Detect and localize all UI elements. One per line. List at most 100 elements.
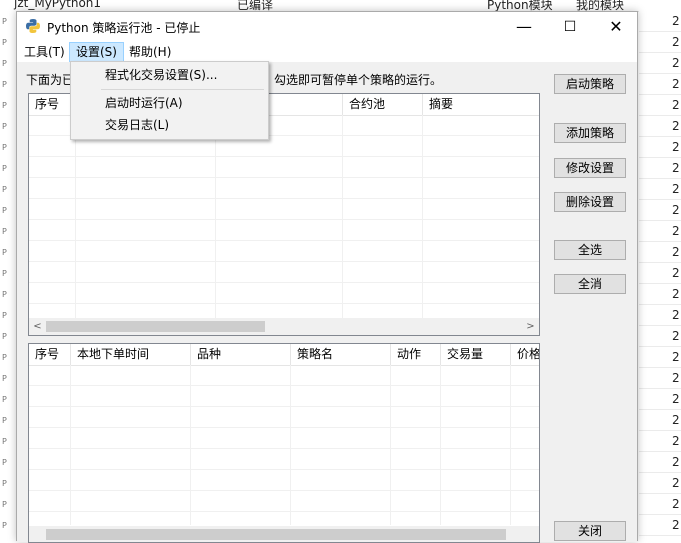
- background-file-icon: P: [2, 227, 7, 236]
- grid-row-line: [29, 219, 539, 220]
- background-cell: 2: [639, 452, 681, 473]
- background-icon-column: P P P P P P P P P P P P P P P P P P P P P P P P P: [0, 11, 16, 530]
- add-strategy-button[interactable]: 添加策略: [554, 123, 626, 143]
- background-file-icon: P: [2, 332, 7, 341]
- grid-column-line: [290, 365, 291, 525]
- strategy-table-hscrollbar[interactable]: < >: [29, 318, 539, 335]
- background-cell: 2: [639, 410, 681, 431]
- background-file-icon: P: [2, 38, 7, 47]
- background-cell: 2: [639, 137, 681, 158]
- column-header-symbol[interactable]: 品种: [191, 344, 291, 365]
- scroll-left-arrow-icon[interactable]: <: [29, 318, 46, 335]
- grid-row-line: [29, 406, 539, 407]
- grid-column-line: [422, 115, 423, 318]
- column-header-action[interactable]: 动作: [391, 344, 441, 365]
- minimize-button[interactable]: —: [501, 12, 547, 42]
- grid-row-line: [29, 198, 539, 199]
- background-cell: 2: [639, 368, 681, 389]
- background-cell: 2: [639, 347, 681, 368]
- column-header-index[interactable]: 序号: [29, 344, 71, 365]
- background-file-icon: P: [2, 101, 7, 110]
- menu-item-run-on-startup[interactable]: 启动时运行(A): [105, 93, 183, 113]
- background-file-icon: P: [2, 290, 7, 299]
- deselect-all-button[interactable]: 全消: [554, 274, 626, 294]
- background-file-icon: P: [2, 185, 7, 194]
- grid-row-line: [29, 303, 539, 304]
- order-table-header: 序号 本地下单时间 品种 策略名 动作 交易量 价格: [29, 344, 539, 366]
- close-window-button[interactable]: ✕: [593, 12, 639, 42]
- column-header-strategy-name[interactable]: 策略名: [291, 344, 391, 365]
- maximize-button[interactable]: ☐: [547, 12, 593, 42]
- grid-row-line: [29, 240, 539, 241]
- background-file-icon: P: [2, 479, 7, 488]
- background-cell: 2: [639, 284, 681, 305]
- background-file-icon: P: [2, 311, 7, 320]
- grid-row-line: [29, 511, 539, 512]
- background-cell: 2: [639, 32, 681, 53]
- column-header-index[interactable]: 序号: [29, 94, 76, 115]
- column-header-contract-pool[interactable]: 合约池: [343, 94, 423, 115]
- python-logo-icon: [26, 19, 40, 33]
- grid-row-line: [29, 385, 539, 386]
- background-cell: 2: [639, 515, 681, 536]
- background-file-icon: P: [2, 521, 7, 530]
- start-strategy-button[interactable]: 启动策略: [554, 74, 626, 94]
- background-cell: 2: [639, 263, 681, 284]
- background-cell: 2: [639, 158, 681, 179]
- instruction-prefix: 下面为已: [26, 73, 75, 87]
- grid-column-line: [75, 115, 76, 318]
- background-cell: 2: [639, 305, 681, 326]
- scroll-right-arrow-icon[interactable]: >: [522, 318, 539, 335]
- select-all-button[interactable]: 全选: [554, 240, 626, 260]
- background-file-icon: P: [2, 395, 7, 404]
- background-cell: 2: [639, 326, 681, 347]
- background-cell: 2: [639, 389, 681, 410]
- background-file-icon: P: [2, 500, 7, 509]
- grid-row-line: [29, 177, 539, 178]
- menu-settings[interactable]: 设置(S): [69, 42, 124, 62]
- grid-column-line: [390, 365, 391, 525]
- background-cell: 2: [639, 200, 681, 221]
- window-title: Python 策略运行池 - 已停止: [47, 21, 201, 35]
- close-button[interactable]: 关闭: [554, 521, 626, 541]
- scroll-thumb[interactable]: [46, 529, 506, 540]
- column-header-volume[interactable]: 交易量: [441, 344, 511, 365]
- delete-settings-button[interactable]: 删除设置: [554, 192, 626, 212]
- background-file-icon: P: [2, 80, 7, 89]
- title-bar[interactable]: Python 策略运行池 - 已停止 — ☐ ✕: [17, 12, 637, 42]
- grid-row-line: [29, 156, 539, 157]
- background-file-icon: P: [2, 353, 7, 362]
- instruction-suffix: 勾选即可暂停单个策略的运行。: [274, 73, 443, 87]
- order-table[interactable]: 序号 本地下单时间 品种 策略名 动作 交易量 价格: [28, 343, 540, 543]
- background-cell: 2: [639, 221, 681, 242]
- column-header-price[interactable]: 价格: [511, 344, 539, 365]
- column-header-summary[interactable]: 摘要: [423, 94, 539, 115]
- background-file-icon: P: [2, 248, 7, 257]
- background-cell: 2: [639, 242, 681, 263]
- background-cell: 2: [639, 116, 681, 137]
- menu-tools[interactable]: 工具(T): [18, 43, 71, 61]
- background-number-column: 2222222222222222222222222: [639, 11, 681, 536]
- menu-item-trade-log[interactable]: 交易日志(L): [105, 115, 169, 135]
- grid-row-line: [29, 282, 539, 283]
- order-table-hscrollbar[interactable]: [29, 526, 539, 542]
- column-header-order-time[interactable]: 本地下单时间: [71, 344, 191, 365]
- background-cell: 2: [639, 95, 681, 116]
- background-file-icon: P: [2, 374, 7, 383]
- background-text: jzt_MyPython1: [14, 0, 102, 10]
- grid-row-line: [29, 490, 539, 491]
- background-file-icon: P: [2, 458, 7, 467]
- menu-help[interactable]: 帮助(H): [123, 43, 177, 61]
- background-file-icon: P: [2, 122, 7, 131]
- modify-settings-button[interactable]: 修改设置: [554, 158, 626, 178]
- background-cell: 2: [639, 473, 681, 494]
- scroll-thumb[interactable]: [46, 321, 265, 332]
- grid-column-line: [190, 365, 191, 525]
- settings-dropdown-menu: 程式化交易设置(S)... 启动时运行(A) 交易日志(L): [70, 61, 269, 140]
- grid-row-line: [29, 261, 539, 262]
- background-file-icon: P: [2, 17, 7, 26]
- menu-item-trading-settings[interactable]: 程式化交易设置(S)...: [105, 65, 217, 85]
- grid-row-line: [29, 427, 539, 428]
- grid-column-line: [342, 115, 343, 318]
- background-file-icon: P: [2, 59, 7, 68]
